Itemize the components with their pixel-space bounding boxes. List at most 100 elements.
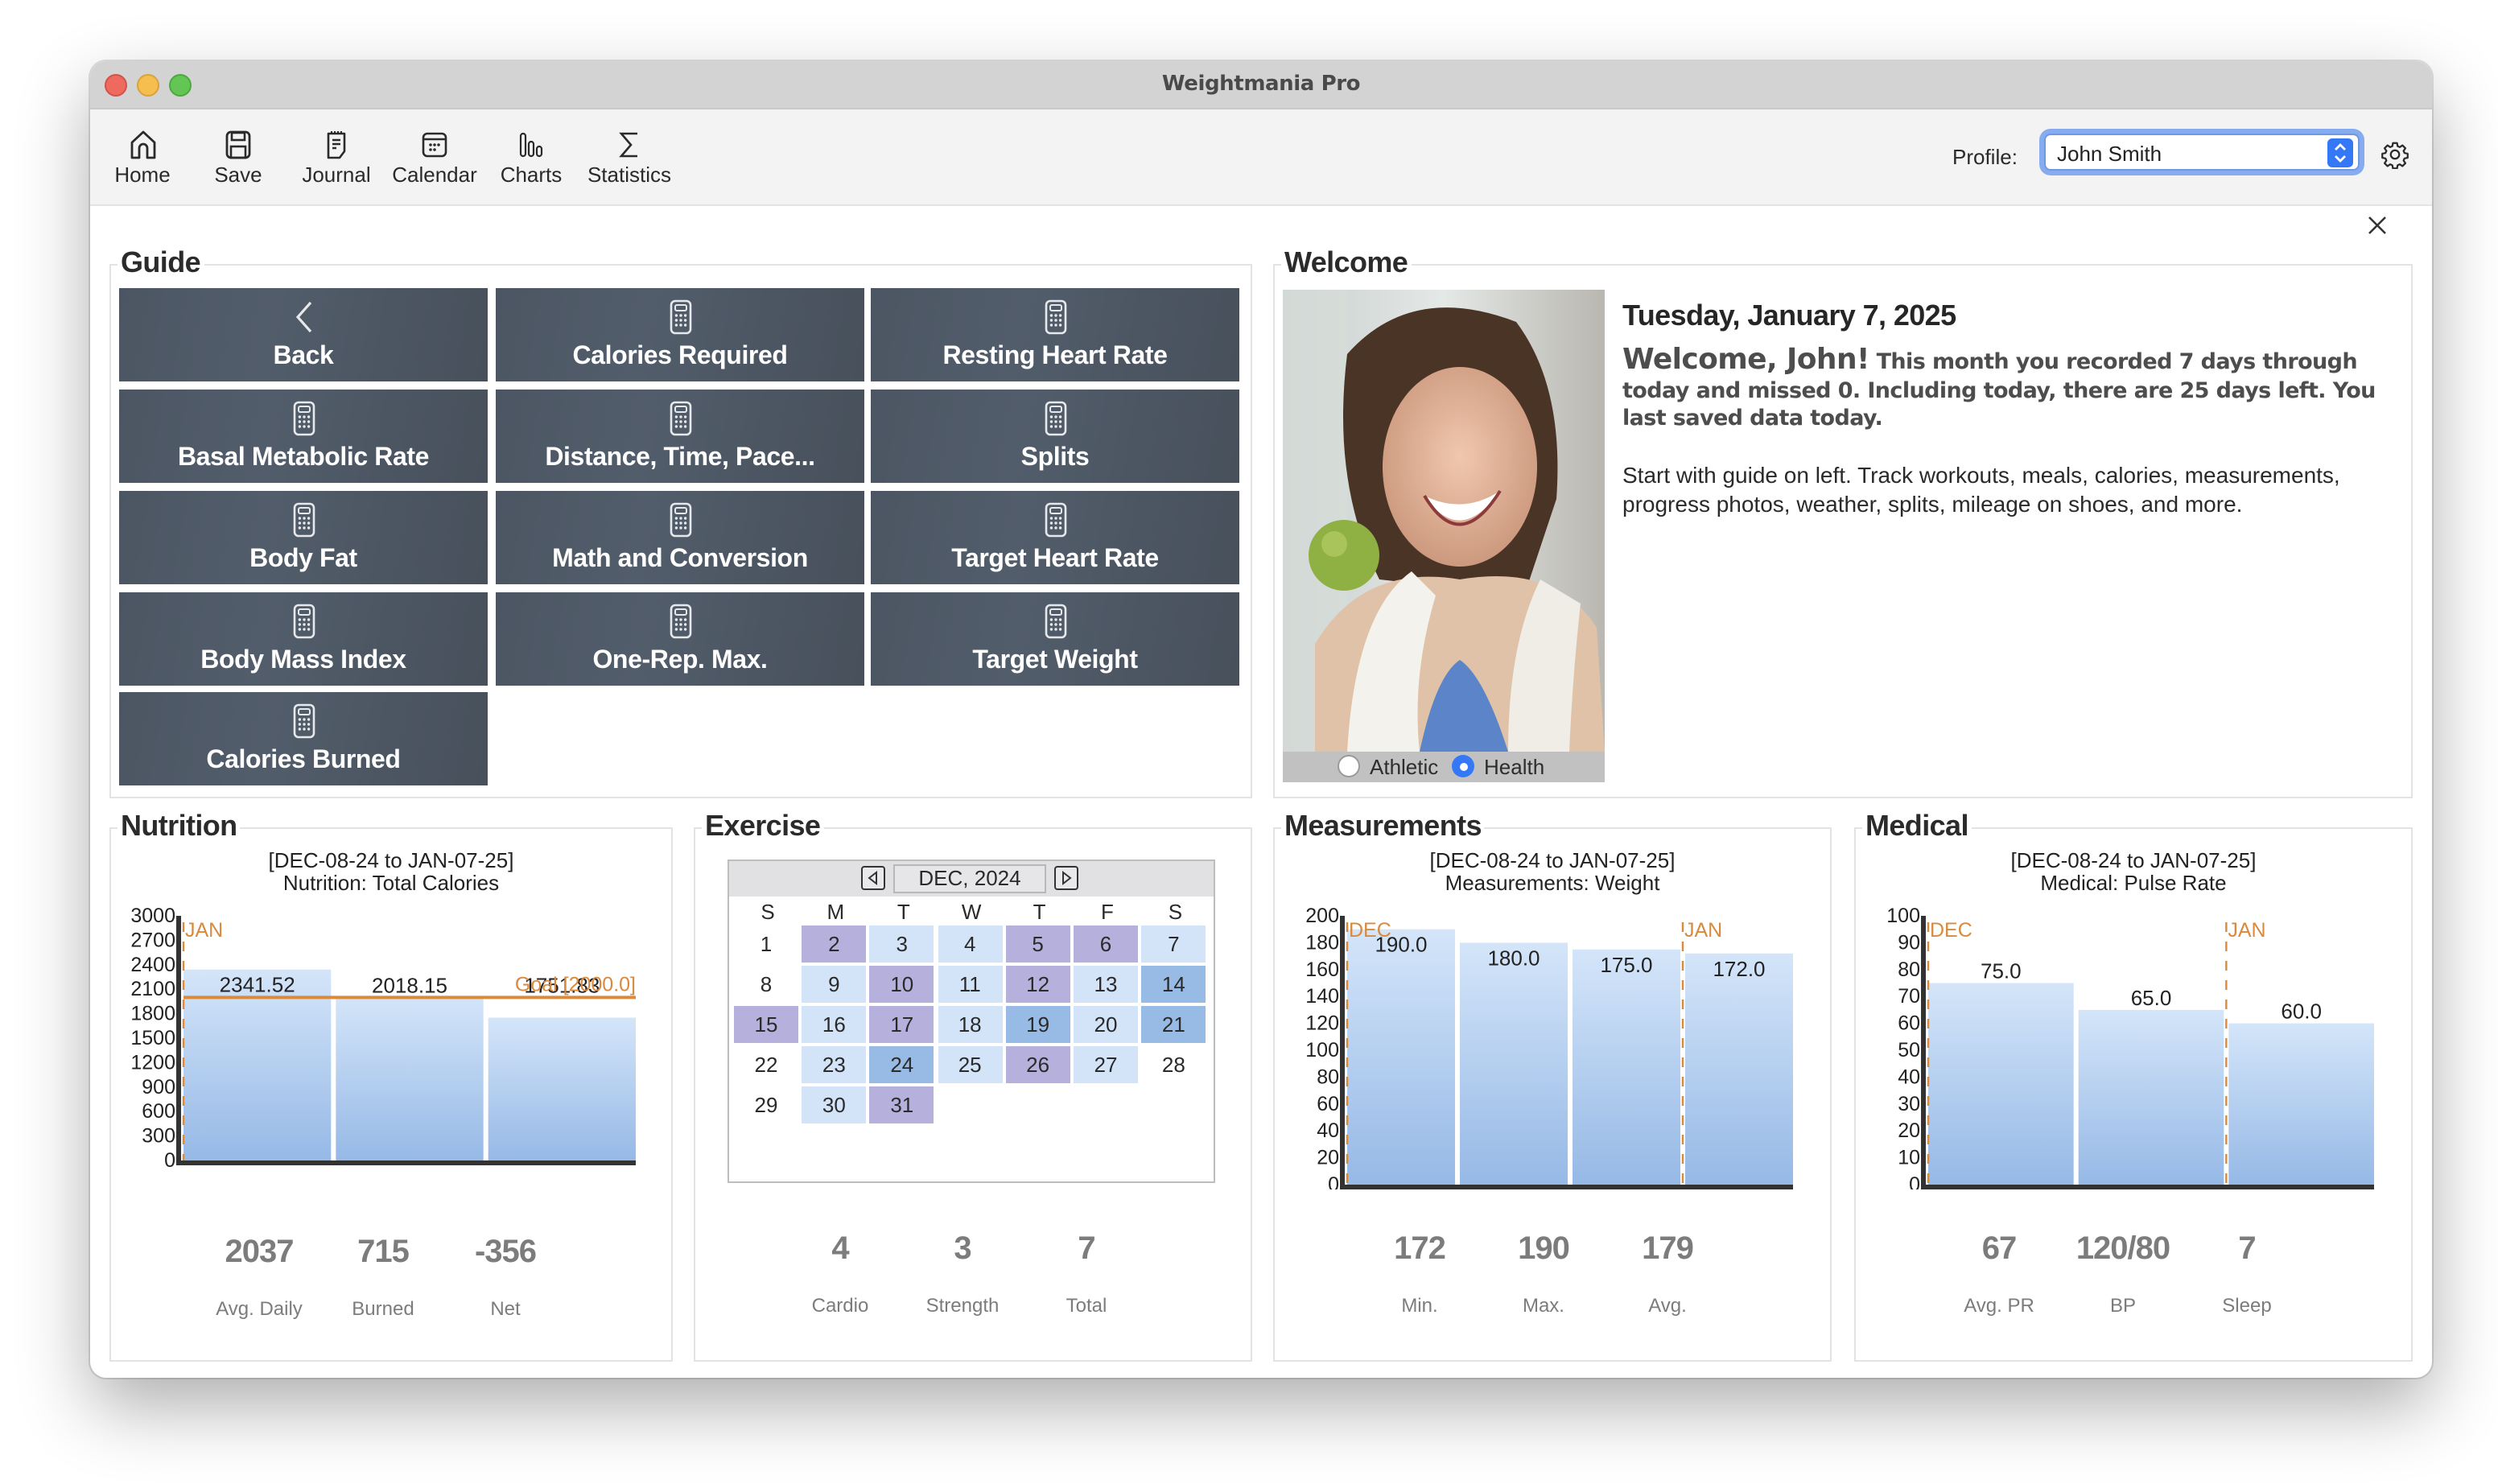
exercise-stat-cardio: 4 Cardio — [776, 1231, 905, 1317]
medical-chart: 0 10 20 30 40 50 60 70 80 90 100 75.0 65.0 60.0 DEC JAN — [1886, 905, 2374, 1189]
toolbar-home-button[interactable]: Home — [106, 129, 179, 187]
guide-button-label: Back — [273, 343, 334, 370]
calendar-day[interactable]: 4 — [938, 925, 1003, 963]
y-tick-label: 0 — [1328, 1173, 1339, 1189]
measurements-title: Measurements — [1281, 810, 1485, 843]
toolbar-statistics-button[interactable]: Statistics — [583, 129, 676, 187]
calendar-day[interactable]: 28 — [1141, 1046, 1206, 1083]
chevron-left-icon — [295, 301, 311, 333]
close-panel-icon[interactable] — [2368, 216, 2387, 235]
calendar-prev-button[interactable] — [861, 866, 885, 890]
y-tick-label: 300 — [142, 1125, 175, 1148]
stat-label: BP — [2109, 1294, 2136, 1317]
calendar-day[interactable]: 13 — [1074, 966, 1138, 1003]
calendar-day[interactable]: 21 — [1141, 1006, 1206, 1043]
guide-button-basal-metabolic-rate[interactable]: Basal Metabolic Rate — [119, 390, 488, 483]
calendar-day[interactable]: 2 — [802, 925, 867, 963]
toolbar-journal-button[interactable]: Journal — [296, 129, 377, 187]
stat-value: 7 — [2238, 1231, 2256, 1267]
guide-button-label: Calories Required — [572, 343, 788, 370]
calendar-day[interactable]: 8 — [734, 966, 798, 1003]
calculator-icon — [292, 604, 315, 639]
calendar-day[interactable]: 31 — [869, 1086, 934, 1123]
guide-button-splits[interactable]: Splits — [871, 390, 1239, 483]
y-tick-label: 30 — [1898, 1093, 1920, 1115]
stat-label: Avg. — [1648, 1294, 1687, 1317]
calendar-day[interactable]: 22 — [734, 1046, 798, 1083]
calendar-day[interactable]: 17 — [869, 1006, 934, 1043]
toolbar-charts-button[interactable]: Charts — [496, 129, 567, 187]
guide-button-resting-heart-rate[interactable]: Resting Heart Rate — [871, 288, 1239, 381]
calendar-day[interactable]: 5 — [1005, 925, 1070, 963]
calendar-day[interactable]: 24 — [869, 1046, 934, 1083]
calendar-day[interactable]: 30 — [802, 1086, 867, 1123]
guide-title: Guide — [117, 246, 204, 280]
stat-label: Net — [490, 1297, 521, 1320]
measurements-chart-subtitle: Measurements: Weight — [1445, 871, 1660, 895]
medical-stat-sleep: 7 Sleep — [2183, 1231, 2311, 1317]
measurements-stat-max: 190 Max. — [1479, 1231, 1608, 1317]
guide-button-label: Resting Heart Rate — [942, 343, 1168, 370]
calendar-day[interactable]: 1 — [734, 925, 798, 963]
calendar-day[interactable]: 6 — [1074, 925, 1138, 963]
calendar-day[interactable]: 27 — [1074, 1046, 1138, 1083]
exercise-panel: Exercise DEC, 2024 S M T W T F S 1 2 3 4 5 6 7 8 9 10 11 1… — [694, 810, 1252, 1362]
bar — [336, 996, 484, 1160]
calendar-day[interactable]: 12 — [1005, 966, 1070, 1003]
calendar-day[interactable]: 15 — [734, 1006, 798, 1043]
calendar-day[interactable]: 10 — [869, 966, 934, 1003]
guide-button-label: Basal Metabolic Rate — [177, 444, 430, 472]
guide-button-body-mass-index[interactable]: Body Mass Index — [119, 592, 488, 686]
month-marker-label: JAN — [185, 919, 223, 942]
guide-button-label: Body Mass Index — [200, 647, 406, 674]
y-tick-label: 80 — [1317, 1066, 1339, 1088]
calculator-icon — [1044, 604, 1066, 639]
athletic-radio[interactable] — [1338, 755, 1360, 777]
select-stepper-icon — [2327, 138, 2353, 167]
y-tick-label: 2400 — [130, 954, 175, 976]
guide-button-body-fat[interactable]: Body Fat — [119, 491, 488, 584]
guide-button-distance-time-pace[interactable]: Distance, Time, Pace... — [496, 390, 864, 483]
mode-radio-group: Athletic Health — [1283, 752, 1605, 782]
welcome-greeting: Welcome, John! — [1622, 343, 1869, 377]
calendar-next-button[interactable] — [1054, 866, 1078, 890]
guide-button-calories-required[interactable]: Calories Required — [496, 288, 864, 381]
guide-button-math-and-conversion[interactable]: Math and Conversion — [496, 491, 864, 584]
calendar-day[interactable]: 23 — [802, 1046, 867, 1083]
calendar-day[interactable]: 20 — [1074, 1006, 1138, 1043]
guide-button-label: Splits — [1020, 444, 1090, 472]
guide-button-target-heart-rate[interactable]: Target Heart Rate — [871, 491, 1239, 584]
calendar-day[interactable]: 19 — [1005, 1006, 1070, 1043]
calendar-day[interactable]: 9 — [802, 966, 867, 1003]
profile-select[interactable]: John Smith — [2044, 134, 2360, 171]
guide-button-calories-burned[interactable]: Calories Burned — [119, 692, 488, 785]
month-marker-label: DEC — [1930, 919, 1972, 942]
nutrition-chart: 0300600900120015001800 21002400 27003000 23… — [130, 905, 636, 1172]
toolbar-save-button[interactable]: Save — [206, 129, 270, 187]
calendar-day[interactable]: 14 — [1141, 966, 1206, 1003]
y-tick-label: 0 — [164, 1149, 175, 1172]
guide-button-back[interactable]: Back — [119, 288, 488, 381]
calendar-day[interactable]: 18 — [938, 1006, 1003, 1043]
guide-button-one-rep-max[interactable]: One-Rep. Max. — [496, 592, 864, 686]
welcome-intro: Start with guide on left. Track workouts… — [1622, 462, 2340, 517]
calendar-day[interactable]: 16 — [802, 1006, 867, 1043]
toolbar-calendar-button[interactable]: Calendar — [390, 129, 480, 187]
measurements-panel: Measurements [DEC-08-24 to JAN-07-25] Me… — [1273, 810, 1832, 1362]
y-tick-label: 100 — [1305, 1039, 1339, 1061]
calendar-day[interactable]: 25 — [938, 1046, 1003, 1083]
health-radio[interactable] — [1452, 755, 1474, 777]
bar-value-label: 175.0 — [1600, 953, 1652, 977]
calendar-day[interactable]: 29 — [734, 1086, 798, 1123]
calendar-weekday: S — [1168, 900, 1183, 924]
gear-icon[interactable] — [2381, 140, 2409, 169]
calculator-icon — [292, 401, 315, 436]
y-tick-label: 200 — [1305, 905, 1339, 927]
calendar-day[interactable]: 3 — [869, 925, 934, 963]
bar — [1928, 983, 2074, 1185]
calendar-day[interactable]: 7 — [1141, 925, 1206, 963]
guide-button-target-weight[interactable]: Target Weight — [871, 592, 1239, 686]
calendar-day[interactable]: 11 — [938, 966, 1003, 1003]
calendar-day[interactable]: 26 — [1005, 1046, 1070, 1083]
bar-value-label: 2018.15 — [372, 973, 447, 997]
